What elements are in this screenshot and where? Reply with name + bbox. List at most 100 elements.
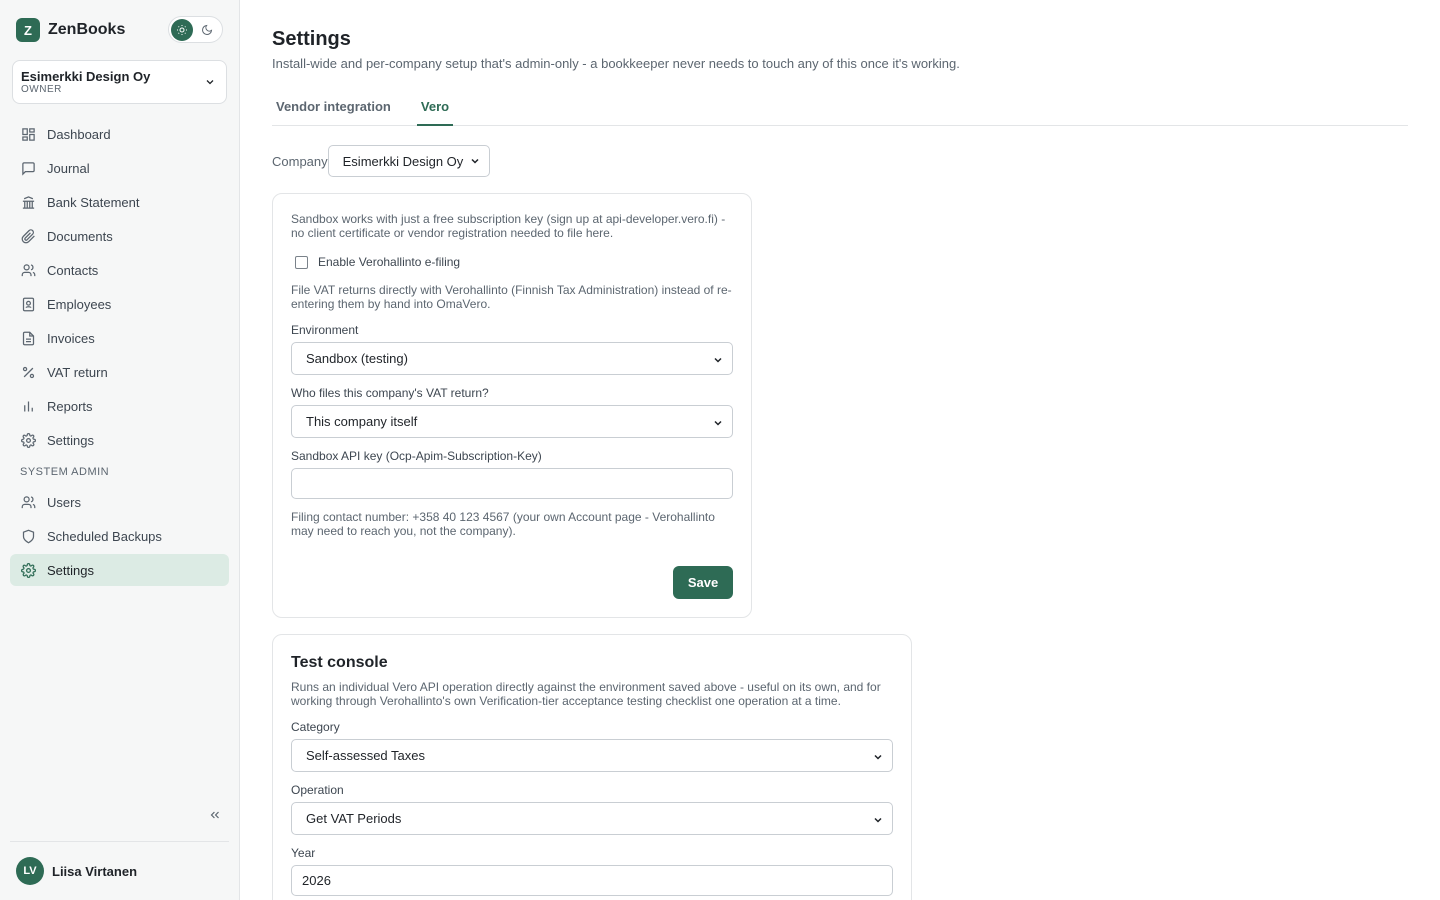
dark-mode-button[interactable] — [196, 19, 218, 41]
gear-icon — [20, 432, 36, 448]
page-title: Settings — [272, 28, 351, 50]
enable-efiling-checkbox[interactable] — [295, 255, 308, 269]
save-button[interactable]: Save — [673, 566, 733, 599]
page-subtitle: Install-wide and per-company setup that'… — [272, 56, 960, 71]
chevron-down-icon — [874, 754, 882, 760]
sun-icon — [177, 24, 187, 35]
company-switcher-name: Esimerkki Design Oy — [21, 69, 151, 84]
company-select-label: Company — [272, 153, 328, 169]
brand[interactable]: Z ZenBooks — [16, 18, 125, 42]
sidebar-item-scheduled-backups[interactable]: Scheduled Backups — [10, 520, 229, 552]
sidebar-item-users[interactable]: Users — [10, 486, 229, 518]
users-icon — [20, 494, 36, 510]
company-select[interactable]: Esimerkki Design Oy — [327, 145, 491, 177]
file-icon — [20, 330, 36, 346]
sidebar-item-settings[interactable]: Settings — [10, 424, 229, 456]
sidebar-item-employees[interactable]: Employees — [10, 288, 229, 320]
sidebar-item-label: Documents — [47, 228, 113, 244]
bank-icon — [20, 194, 36, 210]
company-switcher-role: OWNER — [21, 84, 62, 95]
percent-icon — [20, 364, 36, 380]
sidebar-item-invoices[interactable]: Invoices — [10, 322, 229, 354]
sidebar-item-contacts[interactable]: Contacts — [10, 254, 229, 286]
sidebar-item-label: Users — [47, 494, 81, 510]
chevron-down-icon — [714, 420, 722, 426]
sidebar: Z ZenBooks Esimerkki Design Oy OWNER Das… — [0, 0, 240, 900]
operation-select-value: Get VAT Periods — [306, 811, 402, 826]
sidebar-item-label: Invoices — [47, 330, 95, 346]
year-label: Year — [291, 846, 316, 860]
gear-icon — [20, 562, 36, 578]
sidebar-item-label: VAT return — [47, 364, 108, 380]
user-name: Liisa Virtanen — [52, 863, 138, 879]
sidebar-item-label: Bank Statement — [47, 194, 140, 210]
filer-label: Who files this company's VAT return? — [291, 386, 489, 400]
company-switcher[interactable]: Esimerkki Design Oy OWNER — [12, 60, 227, 104]
grid-icon — [20, 126, 36, 142]
shield-icon — [20, 528, 36, 544]
enable-efiling-row[interactable]: Enable Verohallinto e-filing — [295, 255, 460, 269]
chevrons-left-icon — [210, 811, 219, 819]
chevron-down-icon — [874, 817, 882, 823]
sidebar-item-journal[interactable]: Journal — [10, 152, 229, 184]
users-icon — [20, 262, 36, 278]
filer-select-value: This company itself — [306, 414, 418, 429]
company-select-row: Company Esimerkki Design Oy — [272, 145, 491, 177]
chevron-down-icon — [714, 357, 722, 363]
enable-efiling-description: File VAT returns directly with Verohalli… — [291, 283, 732, 311]
sidebar-item-label: Dashboard — [47, 126, 111, 142]
sidebar-item-label: Reports — [47, 398, 93, 414]
brand-logo: Z — [16, 18, 40, 42]
sandbox-intro-text: Sandbox works with just a free subscript… — [291, 212, 726, 240]
chat-icon — [20, 160, 36, 176]
sidebar-item-label: Journal — [47, 160, 90, 176]
brand-name: ZenBooks — [48, 21, 126, 38]
sidebar-item-admin-settings[interactable]: Settings — [10, 554, 229, 586]
moon-icon — [202, 24, 213, 35]
test-console-card: Test console Runs an individual Vero API… — [272, 634, 912, 900]
year-input[interactable]: 2026 — [291, 865, 893, 896]
environment-select-value: Sandbox (testing) — [306, 351, 408, 366]
sidebar-item-label: Scheduled Backups — [47, 528, 162, 544]
vero-settings-card: Sandbox works with just a free subscript… — [272, 193, 752, 618]
system-admin-section-label: SYSTEM ADMIN — [20, 466, 110, 478]
environment-select[interactable]: Sandbox (testing) — [291, 342, 733, 375]
sidebar-item-label: Contacts — [47, 262, 99, 278]
tab-vero[interactable]: Vero — [417, 92, 453, 126]
sidebar-item-reports[interactable]: Reports — [10, 390, 229, 422]
company-select-value: Esimerkki Design Oy — [342, 153, 464, 169]
api-key-label: Sandbox API key (Ocp-Apim-Subscription-K… — [291, 449, 542, 463]
enable-efiling-label: Enable Verohallinto e-filing — [318, 255, 461, 269]
sidebar-item-vat-return[interactable]: VAT return — [10, 356, 229, 388]
settings-tabs: Vendor integration Vero — [272, 92, 1408, 126]
sidebar-item-documents[interactable]: Documents — [10, 220, 229, 252]
category-label: Category — [291, 720, 340, 734]
sidebar-item-label: Settings — [47, 562, 94, 578]
filing-contact-note: Filing contact number: +358 40 123 4567 … — [291, 510, 715, 538]
test-console-description: Runs an individual Vero API operation di… — [291, 680, 881, 708]
sidebar-nav: Dashboard Journal Bank Statement Documen… — [10, 118, 229, 588]
sidebar-item-label: Employees — [47, 296, 112, 312]
operation-select[interactable]: Get VAT Periods — [291, 802, 893, 835]
chevron-down-icon — [206, 80, 214, 85]
light-mode-button[interactable] — [171, 18, 193, 41]
paperclip-icon — [20, 228, 36, 244]
collapse-sidebar-button[interactable] — [206, 806, 224, 824]
sidebar-item-bank-statement[interactable]: Bank Statement — [10, 186, 229, 218]
user-menu[interactable]: LV Liisa Virtanen — [10, 841, 229, 900]
avatar: LV — [16, 857, 44, 885]
chevron-down-icon — [471, 158, 479, 164]
operation-label: Operation — [291, 783, 344, 797]
environment-label: Environment — [291, 323, 359, 337]
sidebar-item-dashboard[interactable]: Dashboard — [10, 118, 229, 150]
tab-vendor-integration[interactable]: Vendor integration — [276, 92, 391, 126]
category-select[interactable]: Self-assessed Taxes — [291, 739, 893, 772]
sidebar-item-label: Settings — [47, 432, 94, 448]
category-select-value: Self-assessed Taxes — [306, 748, 425, 763]
bar-chart-icon — [20, 398, 36, 414]
test-console-title: Test console — [291, 654, 388, 671]
filer-select[interactable]: This company itself — [291, 405, 733, 438]
theme-toggle[interactable] — [168, 16, 223, 43]
api-key-input[interactable] — [291, 468, 733, 499]
id-card-icon — [20, 296, 36, 312]
